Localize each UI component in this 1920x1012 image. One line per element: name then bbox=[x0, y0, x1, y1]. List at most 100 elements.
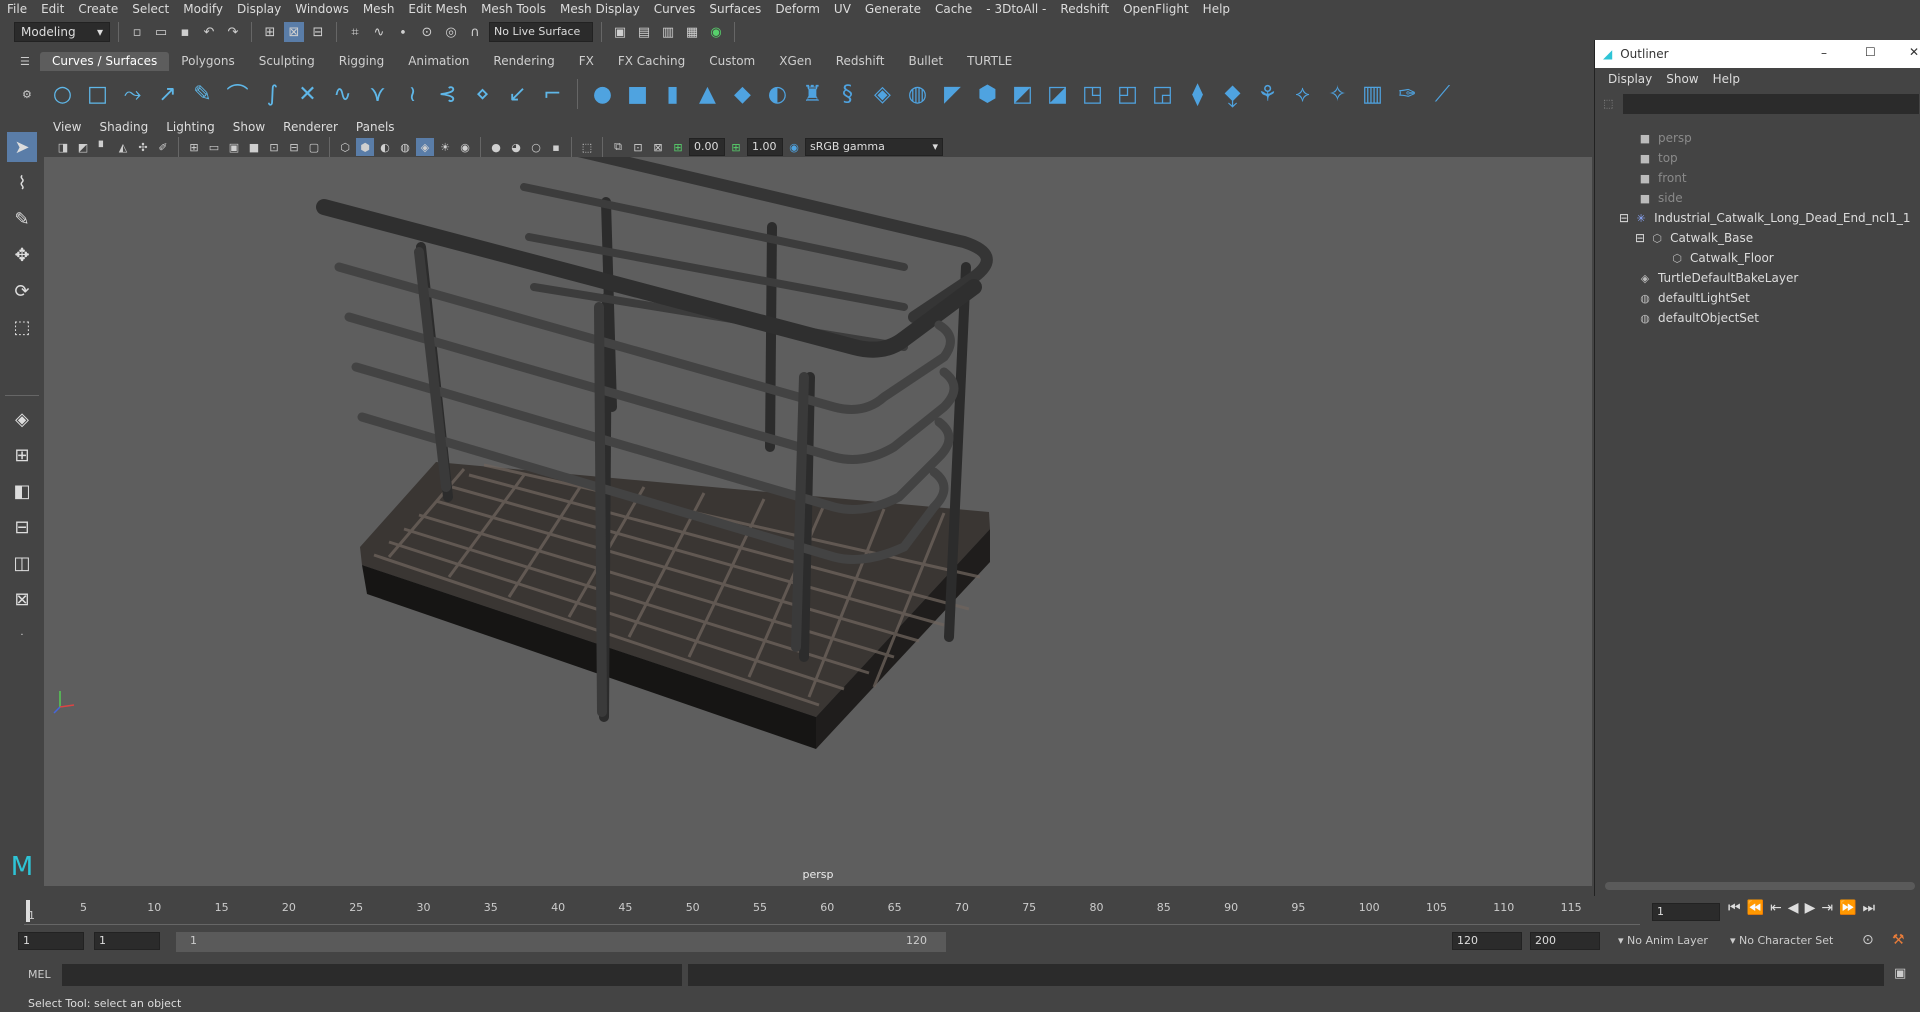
panel-menu-renderer[interactable]: Renderer bbox=[274, 120, 347, 134]
mode-dropdown[interactable]: Modeling ▾ bbox=[14, 22, 110, 42]
outliner-menu-help[interactable]: Help bbox=[1706, 72, 1747, 86]
hud-icon[interactable]: ⧉ bbox=[609, 138, 627, 156]
step-forward-icon[interactable]: ⏩ bbox=[1839, 900, 1856, 916]
panel-menu-panels[interactable]: Panels bbox=[347, 120, 404, 134]
detach-curves-icon[interactable]: ∿ bbox=[328, 80, 357, 109]
range-bar[interactable]: 1 120 bbox=[176, 932, 946, 952]
wireframe-icon[interactable]: ⬡ bbox=[336, 138, 354, 156]
snap-view-icon[interactable]: ⊙ bbox=[417, 22, 437, 42]
camera-attributes-icon[interactable]: ◩ bbox=[74, 138, 92, 156]
color-space-dropdown[interactable]: sRGB gamma ▾ bbox=[805, 138, 943, 156]
menu-redshift[interactable]: Redshift bbox=[1053, 0, 1116, 18]
outliner-item[interactable]: ◍ defaultLightSet bbox=[1637, 288, 1750, 308]
play-backward-icon[interactable]: ◀ bbox=[1788, 900, 1799, 916]
menu-display[interactable]: Display bbox=[230, 0, 288, 18]
film-gate-icon[interactable]: ▭ bbox=[205, 138, 223, 156]
anim-end-field[interactable]: 200 bbox=[1530, 932, 1600, 950]
current-frame-field[interactable]: 1 bbox=[1652, 903, 1720, 921]
menu-create[interactable]: Create bbox=[71, 0, 125, 18]
gamma-icon[interactable]: ⊞ bbox=[727, 138, 745, 156]
outliner-item[interactable]: ⊟ ⬡ Catwalk_Base bbox=[1635, 228, 1753, 248]
reverse-curve-icon[interactable]: ↙ bbox=[503, 80, 532, 109]
rotate-tool-icon[interactable]: ⟳ bbox=[7, 276, 37, 306]
move-tool-icon[interactable]: ✥ bbox=[7, 240, 37, 270]
menu-mesh-display[interactable]: Mesh Display bbox=[553, 0, 647, 18]
safe-action-icon[interactable]: ⊟ bbox=[285, 138, 303, 156]
snap-point-icon[interactable]: ∙ bbox=[393, 22, 413, 42]
bezier-curve-icon[interactable]: ∫ bbox=[258, 80, 287, 109]
outliner-item[interactable]: ⬡ Catwalk_Floor bbox=[1669, 248, 1774, 268]
outliner-item[interactable]: ◈ TurtleDefaultBakeLayer bbox=[1637, 268, 1799, 288]
minimize-icon[interactable]: – bbox=[1821, 46, 1827, 60]
outliner-item[interactable]: ◍ defaultObjectSet bbox=[1637, 308, 1759, 328]
auto-key-icon[interactable]: ⊙ bbox=[1862, 932, 1874, 948]
color-management-icon[interactable]: ◉ bbox=[785, 138, 803, 156]
2d-pan-zoom-icon[interactable]: ✣ bbox=[134, 138, 152, 156]
snap-curve-icon[interactable]: ∿ bbox=[369, 22, 389, 42]
live-surface-field[interactable]: No Live Surface bbox=[489, 22, 593, 42]
open-scene-icon[interactable]: ▭ bbox=[151, 22, 171, 42]
gamma-field[interactable]: 1.00 bbox=[747, 138, 783, 156]
shadows-icon[interactable]: ☀ bbox=[436, 138, 454, 156]
menu-select[interactable]: Select bbox=[125, 0, 176, 18]
shelf-tab-turtle[interactable]: TURTLE bbox=[955, 52, 1024, 71]
anim-start-field[interactable]: 1 bbox=[18, 932, 84, 950]
select-tool-icon[interactable]: ➤ bbox=[7, 132, 37, 162]
go-to-start-icon[interactable]: ⏮ bbox=[1728, 900, 1741, 916]
loft-icon[interactable]: § bbox=[833, 80, 862, 109]
nurbs-square-icon[interactable]: □ bbox=[83, 80, 112, 109]
hypershade-layout-icon[interactable]: ◫ bbox=[7, 548, 37, 578]
select-object-icon[interactable]: ⊠ bbox=[284, 22, 304, 42]
shelf-tab-polygons[interactable]: Polygons bbox=[169, 52, 246, 71]
character-set-dropdown[interactable]: ▾ No Character Set bbox=[1730, 934, 1833, 947]
play-forward-icon[interactable]: ▶ bbox=[1805, 900, 1816, 916]
menu-curves[interactable]: Curves bbox=[647, 0, 703, 18]
menu-edit-mesh[interactable]: Edit Mesh bbox=[401, 0, 474, 18]
collapse-icon[interactable]: ⊟ bbox=[1619, 211, 1629, 225]
menu-3dtoall[interactable]: - 3DtoAll - bbox=[979, 0, 1053, 18]
maximize-icon[interactable]: ☐ bbox=[1865, 45, 1876, 59]
menu-generate[interactable]: Generate bbox=[858, 0, 928, 18]
select-component-icon[interactable]: ⊟ bbox=[308, 22, 328, 42]
shelf-settings-icon[interactable]: ⚙ bbox=[22, 88, 34, 101]
perspective-viewport[interactable]: persp bbox=[44, 157, 1592, 886]
panel-menu-show[interactable]: Show bbox=[224, 120, 274, 134]
attach-surfaces-icon[interactable]: ⧪ bbox=[1218, 80, 1247, 109]
command-input[interactable] bbox=[62, 964, 682, 986]
project-curve-icon[interactable]: ◳ bbox=[1078, 80, 1107, 109]
shelf-tab-custom[interactable]: Custom bbox=[697, 52, 767, 71]
anim-layer-dropdown[interactable]: ▾ No Anim Layer bbox=[1618, 934, 1708, 947]
menu-cache[interactable]: Cache bbox=[928, 0, 979, 18]
nurbs-torus-icon[interactable]: ◐ bbox=[763, 80, 792, 109]
snap-grid-icon[interactable]: ⌗ bbox=[345, 22, 365, 42]
image-plane-icon[interactable]: ◭ bbox=[114, 138, 132, 156]
shelf-tab-xgen[interactable]: XGen bbox=[767, 52, 824, 71]
resolution-gate-icon[interactable]: ▣ bbox=[225, 138, 243, 156]
ep-curve-icon[interactable]: ↗ bbox=[153, 80, 182, 109]
birail-icon[interactable]: ◤ bbox=[938, 80, 967, 109]
use-all-lights-icon[interactable]: ◈ bbox=[416, 138, 434, 156]
default-lighting-icon[interactable]: ◐ bbox=[376, 138, 394, 156]
xray-joints-icon[interactable]: ○ bbox=[527, 138, 545, 156]
rebuild-curve-icon[interactable]: ⋄ bbox=[468, 80, 497, 109]
ipr-render-icon[interactable]: ▥ bbox=[658, 22, 678, 42]
shelf-tab-redshift[interactable]: Redshift bbox=[824, 52, 897, 71]
shelf-tab-rendering[interactable]: Rendering bbox=[481, 52, 566, 71]
sculpt-geometry-icon[interactable]: ⟋ bbox=[1428, 80, 1457, 109]
shelf-tab-fx[interactable]: FX bbox=[567, 52, 606, 71]
collapse-icon[interactable]: ⊟ bbox=[1635, 231, 1645, 245]
smooth-shade-icon[interactable]: ⬢ bbox=[356, 138, 374, 156]
menu-openflight[interactable]: OpenFlight bbox=[1116, 0, 1196, 18]
revolve-icon[interactable]: ♜ bbox=[798, 80, 827, 109]
new-scene-icon[interactable]: ▫ bbox=[127, 22, 147, 42]
outliner-menu-show[interactable]: Show bbox=[1659, 72, 1705, 86]
animation-preferences-icon[interactable]: ⚒ bbox=[1892, 932, 1905, 948]
four-view-layout-icon[interactable]: ⊞ bbox=[7, 440, 37, 470]
lasso-tool-icon[interactable]: ⌇ bbox=[7, 168, 37, 198]
shelf-tab-curves-surfaces[interactable]: Curves / Surfaces bbox=[40, 52, 170, 71]
open-close-surface-icon[interactable]: ⟡ bbox=[1288, 80, 1317, 109]
outliner-item[interactable]: ■ side bbox=[1637, 188, 1683, 208]
nurbs-sphere-icon[interactable]: ● bbox=[588, 80, 617, 109]
select-hierarchy-icon[interactable]: ⊞ bbox=[260, 22, 280, 42]
menu-file[interactable]: File bbox=[0, 0, 34, 18]
